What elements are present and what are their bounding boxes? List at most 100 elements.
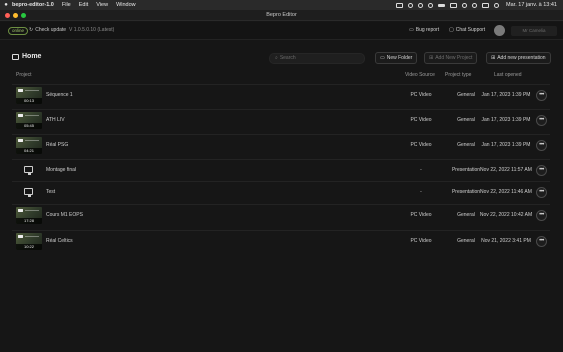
more-options-button[interactable]: ••• bbox=[536, 165, 547, 176]
more-options-button[interactable]: ••• bbox=[536, 210, 547, 221]
video-duration: 17:28 bbox=[16, 218, 42, 224]
project-name: Réal PSG bbox=[46, 142, 69, 148]
macos-menubar: ● bepro-editor-1.0 File Edit View Window… bbox=[0, 0, 563, 10]
online-status-badge: online bbox=[8, 26, 29, 35]
last-opened: Nov 22, 2022 10:42 AM bbox=[479, 212, 533, 218]
video-thumbnail: 10:22 bbox=[16, 233, 42, 250]
table-row[interactable]: 05:45 ATH LIV PC Video General Jan 17, 2… bbox=[12, 109, 550, 131]
video-duration: 04:21 bbox=[16, 148, 42, 154]
menubar-clock[interactable]: Mar. 17 janv. à 13:41 bbox=[506, 2, 557, 8]
thumbnail-detail bbox=[25, 210, 39, 211]
play-icon[interactable] bbox=[428, 2, 434, 8]
thumbnail-detail bbox=[25, 90, 39, 91]
camera-icon bbox=[18, 209, 23, 212]
video-duration: 00:13 bbox=[16, 98, 42, 104]
battery-icon[interactable] bbox=[450, 2, 458, 8]
search-input[interactable]: ⌕ Search bbox=[269, 53, 365, 64]
cloud-icon[interactable] bbox=[396, 2, 404, 8]
camera-icon bbox=[18, 114, 23, 117]
table-row[interactable]: 10:22 Réal Celtics PC Video General Nov … bbox=[12, 230, 550, 252]
chat-support-label: Chat Support bbox=[455, 27, 486, 33]
camera-icon bbox=[18, 89, 23, 92]
column-header-project[interactable]: Project bbox=[16, 72, 32, 78]
chat-support-button[interactable]: ▢ Chat Support bbox=[449, 27, 485, 33]
control-center-icon[interactable] bbox=[482, 2, 490, 8]
column-header-video-source[interactable]: Video Source bbox=[405, 72, 435, 78]
menu-edit[interactable]: Edit bbox=[79, 2, 88, 8]
apple-menu-icon[interactable]: ● bbox=[0, 2, 12, 8]
clock-icon[interactable] bbox=[418, 2, 424, 8]
window-titlebar: Bepro Editor bbox=[0, 10, 563, 21]
record-icon[interactable] bbox=[408, 2, 414, 8]
project-name: ATH LIV bbox=[46, 117, 65, 123]
project-name: Réal Celtics bbox=[46, 238, 73, 244]
menu-window[interactable]: Window bbox=[116, 2, 136, 8]
username-field[interactable]: Mr Camelia bbox=[511, 25, 557, 36]
check-update-label: Check update bbox=[35, 27, 67, 33]
check-update-button[interactable]: ↻ Check update bbox=[29, 27, 66, 33]
column-header-project-type[interactable]: Project type bbox=[445, 72, 471, 78]
table-row[interactable]: 17:28 Cours M1 EOPS PC Video General Nov… bbox=[12, 204, 550, 226]
more-options-button[interactable]: ••• bbox=[536, 90, 547, 101]
refresh-icon: ↻ bbox=[29, 27, 34, 33]
project-name: Cours M1 EOPS bbox=[46, 212, 83, 218]
spotlight-icon[interactable] bbox=[472, 2, 478, 8]
video-duration: 10:22 bbox=[16, 244, 42, 250]
presentation-icon bbox=[24, 166, 33, 175]
menu-view[interactable]: View bbox=[96, 2, 108, 8]
last-opened: Nov 22, 2022 11:57 AM bbox=[480, 167, 532, 173]
add-new-project-button[interactable]: ⊞ Add New Project bbox=[424, 52, 478, 64]
project-name: Test bbox=[46, 189, 56, 195]
presentation-icon bbox=[24, 188, 33, 197]
add-project-icon: ⊞ bbox=[429, 55, 434, 61]
new-folder-label: New Folder bbox=[386, 55, 413, 61]
window-title: Bepro Editor bbox=[266, 12, 297, 18]
add-new-presentation-button[interactable]: ⊞ Add new presentation bbox=[486, 52, 551, 64]
camera-icon bbox=[18, 139, 23, 142]
project-name: Montage final bbox=[46, 167, 77, 173]
more-options-button[interactable]: ••• bbox=[536, 187, 547, 198]
user-avatar[interactable] bbox=[494, 25, 505, 36]
last-opened: Nov 21, 2022 3:41 PM bbox=[481, 238, 531, 244]
video-thumbnail: 04:21 bbox=[16, 137, 42, 154]
table-row[interactable]: Test - Presentation Nov 22, 2022 11:46 A… bbox=[12, 181, 550, 203]
menu-app-name[interactable]: bepro-editor-1.0 bbox=[12, 2, 54, 8]
menubar-status-area: Mar. 17 janv. à 13:41 bbox=[396, 2, 563, 8]
column-header-last-opened[interactable]: Last opened bbox=[494, 72, 522, 78]
more-options-button[interactable]: ••• bbox=[536, 236, 547, 247]
chat-icon: ▢ bbox=[449, 27, 454, 33]
version-label: V 1.0.5.0.10 (Latest) bbox=[69, 27, 115, 33]
bug-report-button[interactable]: ▭ Bug report bbox=[409, 27, 439, 33]
table-row[interactable]: 00:13 Séquence 1 PC Video General Jan 17… bbox=[12, 84, 550, 106]
video-thumbnail: 17:28 bbox=[16, 207, 42, 224]
add-new-project-label: Add New Project bbox=[435, 55, 473, 61]
last-opened: Jan 17, 2023 1:39 PM bbox=[481, 142, 531, 148]
search-icon: ⌕ bbox=[275, 55, 278, 61]
page-title: Home bbox=[12, 53, 41, 60]
video-thumbnail: 05:45 bbox=[16, 112, 42, 129]
new-folder-button[interactable]: ▭ New Folder bbox=[375, 52, 418, 64]
video-duration: 05:45 bbox=[16, 123, 42, 129]
bug-report-label: Bug report bbox=[415, 27, 440, 33]
video-thumbnail: 00:13 bbox=[16, 87, 42, 104]
last-opened: Jan 17, 2023 1:39 PM bbox=[481, 92, 531, 98]
table-row[interactable]: Montage final - Presentation Nov 22, 202… bbox=[12, 159, 550, 181]
bug-report-icon: ▭ bbox=[409, 27, 414, 33]
more-options-button[interactable]: ••• bbox=[536, 115, 547, 126]
thumbnail-detail bbox=[25, 140, 39, 141]
table-row[interactable]: 04:21 Réal PSG PC Video General Jan 17, … bbox=[12, 134, 550, 156]
camera-icon bbox=[18, 235, 23, 238]
add-new-presentation-label: Add new presentation bbox=[497, 55, 546, 61]
home-folder-icon bbox=[12, 53, 19, 60]
bluetooth-icon[interactable] bbox=[438, 3, 446, 7]
wifi-icon[interactable] bbox=[462, 2, 468, 8]
more-options-button[interactable]: ••• bbox=[536, 140, 547, 151]
last-opened: Nov 22, 2022 11:46 AM bbox=[480, 189, 532, 195]
search-placeholder: Search bbox=[279, 55, 296, 61]
project-name: Séquence 1 bbox=[46, 92, 73, 98]
app-topbar: online ↻ Check update V 1.0.5.0.10 (Lates… bbox=[0, 22, 563, 40]
add-presentation-icon: ⊞ bbox=[491, 55, 496, 61]
siri-icon[interactable] bbox=[494, 2, 500, 8]
menu-file[interactable]: File bbox=[62, 2, 71, 8]
thumbnail-detail bbox=[25, 236, 39, 237]
